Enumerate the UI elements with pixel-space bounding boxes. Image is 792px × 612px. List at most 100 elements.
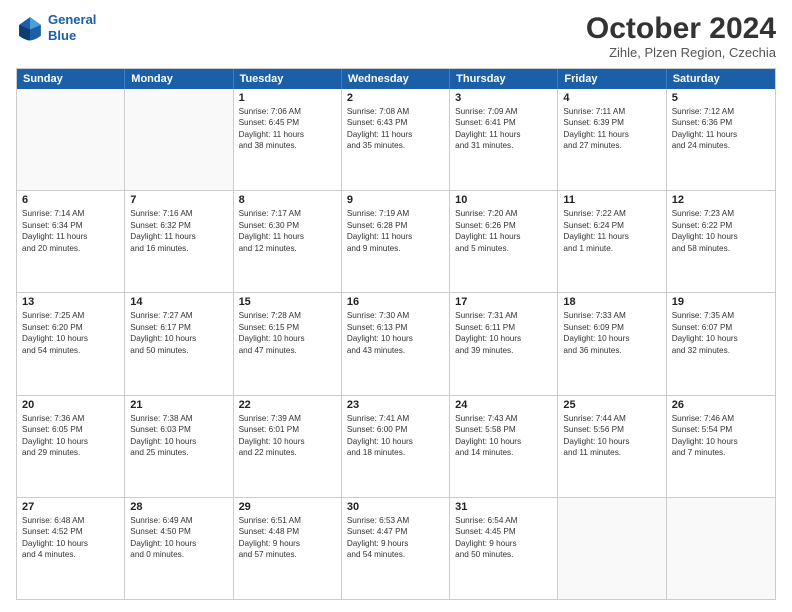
cell-info-line: Sunset: 5:56 PM [563,424,660,435]
cell-info-line: Sunrise: 7:33 AM [563,310,660,321]
cell-info-line: and 11 minutes. [563,447,660,458]
cell-info-line: Daylight: 10 hours [22,436,119,447]
day-number: 9 [347,194,444,206]
day-number: 2 [347,92,444,104]
cell-info-line: Sunset: 6:24 PM [563,220,660,231]
cell-info-line: Daylight: 10 hours [563,436,660,447]
day-number: 30 [347,501,444,513]
cal-cell: 22Sunrise: 7:39 AMSunset: 6:01 PMDayligh… [234,396,342,497]
cell-info-line: and 58 minutes. [672,243,770,254]
cell-info-line: and 27 minutes. [563,140,660,151]
cell-info-line: and 29 minutes. [22,447,119,458]
day-number: 3 [455,92,552,104]
cal-cell: 16Sunrise: 7:30 AMSunset: 6:13 PMDayligh… [342,293,450,394]
cell-info-line: Sunset: 6:26 PM [455,220,552,231]
cell-info-line: Daylight: 11 hours [239,231,336,242]
cell-info-line: Sunrise: 7:09 AM [455,106,552,117]
cell-info-line: Sunrise: 7:46 AM [672,413,770,424]
cell-info-line: and 54 minutes. [347,549,444,560]
cal-cell: 20Sunrise: 7:36 AMSunset: 6:05 PMDayligh… [17,396,125,497]
cell-info-line: Sunrise: 6:53 AM [347,515,444,526]
cell-info-line: Sunrise: 7:23 AM [672,208,770,219]
cal-cell [667,498,775,599]
cell-info-line: Sunset: 6:22 PM [672,220,770,231]
cell-info-line: and 35 minutes. [347,140,444,151]
cell-info-line: and 43 minutes. [347,345,444,356]
cell-info-line: Sunset: 6:07 PM [672,322,770,333]
cell-info-line: Sunset: 6:28 PM [347,220,444,231]
cell-info-line: Daylight: 11 hours [130,231,227,242]
week-row-3: 13Sunrise: 7:25 AMSunset: 6:20 PMDayligh… [17,292,775,394]
cal-cell: 23Sunrise: 7:41 AMSunset: 6:00 PMDayligh… [342,396,450,497]
cell-info-line: Daylight: 10 hours [347,333,444,344]
cell-info-line: Sunrise: 7:41 AM [347,413,444,424]
week-row-2: 6Sunrise: 7:14 AMSunset: 6:34 PMDaylight… [17,190,775,292]
cell-info-line: Sunrise: 6:49 AM [130,515,227,526]
logo-text: General Blue [48,12,96,43]
day-number: 18 [563,296,660,308]
cell-info-line: Daylight: 9 hours [347,538,444,549]
cal-cell: 27Sunrise: 6:48 AMSunset: 4:52 PMDayligh… [17,498,125,599]
cell-info-line: Sunset: 4:52 PM [22,526,119,537]
day-number: 4 [563,92,660,104]
cell-info-line: and 25 minutes. [130,447,227,458]
cell-info-line: Daylight: 10 hours [672,333,770,344]
cal-cell: 8Sunrise: 7:17 AMSunset: 6:30 PMDaylight… [234,191,342,292]
calendar-body: 1Sunrise: 7:06 AMSunset: 6:45 PMDaylight… [17,89,775,599]
cell-info-line: and 50 minutes. [455,549,552,560]
cell-info-line: Daylight: 10 hours [22,333,119,344]
cell-info-line: Sunrise: 7:19 AM [347,208,444,219]
cell-info-line: Daylight: 10 hours [672,231,770,242]
day-number: 21 [130,399,227,411]
cell-info-line: Daylight: 10 hours [130,436,227,447]
cal-cell: 21Sunrise: 7:38 AMSunset: 6:03 PMDayligh… [125,396,233,497]
header: General Blue October 2024 Zihle, Plzen R… [16,12,776,60]
cell-info-line: and 57 minutes. [239,549,336,560]
day-number: 7 [130,194,227,206]
cell-info-line: Sunset: 4:48 PM [239,526,336,537]
cell-info-line: Daylight: 9 hours [239,538,336,549]
cal-cell: 6Sunrise: 7:14 AMSunset: 6:34 PMDaylight… [17,191,125,292]
cell-info-line: Sunrise: 6:51 AM [239,515,336,526]
cell-info-line: Sunrise: 7:35 AM [672,310,770,321]
cell-info-line: Sunset: 6:20 PM [22,322,119,333]
day-number: 29 [239,501,336,513]
cal-cell [125,89,233,190]
cell-info-line: Sunrise: 7:22 AM [563,208,660,219]
cell-info-line: Sunset: 5:54 PM [672,424,770,435]
day-number: 23 [347,399,444,411]
cell-info-line: Daylight: 10 hours [563,333,660,344]
cell-info-line: Daylight: 10 hours [239,436,336,447]
day-number: 14 [130,296,227,308]
cell-info-line: Sunrise: 7:11 AM [563,106,660,117]
cal-cell: 24Sunrise: 7:43 AMSunset: 5:58 PMDayligh… [450,396,558,497]
cell-info-line: Daylight: 11 hours [455,129,552,140]
header-day-sunday: Sunday [17,69,125,89]
header-day-wednesday: Wednesday [342,69,450,89]
cell-info-line: Sunrise: 6:54 AM [455,515,552,526]
cell-info-line: Sunset: 6:05 PM [22,424,119,435]
cell-info-line: and 22 minutes. [239,447,336,458]
cal-cell: 3Sunrise: 7:09 AMSunset: 6:41 PMDaylight… [450,89,558,190]
week-row-5: 27Sunrise: 6:48 AMSunset: 4:52 PMDayligh… [17,497,775,599]
cal-cell: 25Sunrise: 7:44 AMSunset: 5:56 PMDayligh… [558,396,666,497]
cell-info-line: and 50 minutes. [130,345,227,356]
cell-info-line: and 38 minutes. [239,140,336,151]
cell-info-line: Sunset: 6:45 PM [239,117,336,128]
header-day-saturday: Saturday [667,69,775,89]
cal-cell: 5Sunrise: 7:12 AMSunset: 6:36 PMDaylight… [667,89,775,190]
cell-info-line: Daylight: 10 hours [672,436,770,447]
cell-info-line: Sunrise: 6:48 AM [22,515,119,526]
cell-info-line: Sunrise: 7:14 AM [22,208,119,219]
day-number: 17 [455,296,552,308]
cell-info-line: and 7 minutes. [672,447,770,458]
day-number: 20 [22,399,119,411]
day-number: 13 [22,296,119,308]
cell-info-line: Sunrise: 7:12 AM [672,106,770,117]
cal-cell: 1Sunrise: 7:06 AMSunset: 6:45 PMDaylight… [234,89,342,190]
cell-info-line: and 12 minutes. [239,243,336,254]
cell-info-line: and 16 minutes. [130,243,227,254]
cell-info-line: Daylight: 11 hours [239,129,336,140]
day-number: 19 [672,296,770,308]
cell-info-line: Daylight: 10 hours [22,538,119,549]
